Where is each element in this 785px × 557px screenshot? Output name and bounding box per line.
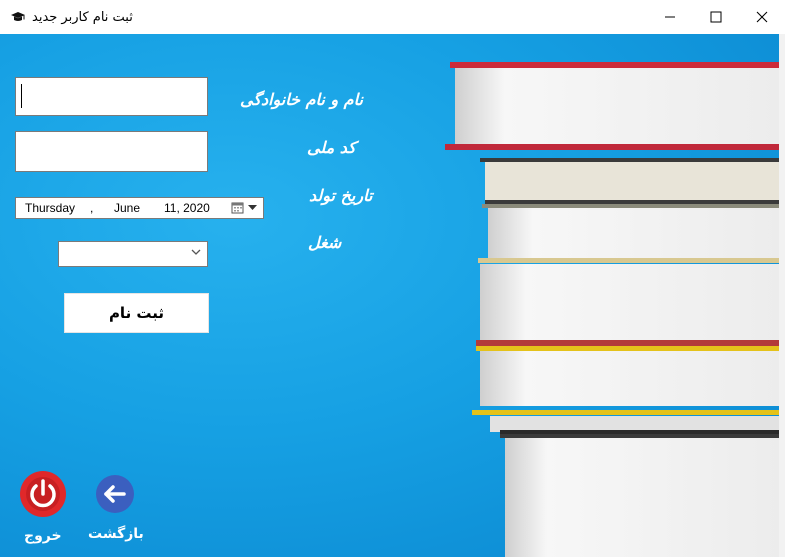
- birthdate-separator: ,: [90, 201, 94, 215]
- maximize-icon: [710, 11, 722, 23]
- back-arrow-icon: [96, 475, 134, 513]
- job-label: شغل: [308, 233, 342, 252]
- app-window: ثبت نام کاربر جدید نام و نام خانوادگی کد…: [0, 0, 785, 557]
- dropdown-arrow-icon[interactable]: [248, 205, 257, 211]
- books-illustration: [445, 62, 779, 557]
- back-label: بازگشت: [88, 526, 144, 542]
- birthdate-day-year: 11, 2020: [164, 201, 210, 215]
- national-code-input[interactable]: [15, 131, 208, 172]
- maximize-button[interactable]: [693, 0, 739, 34]
- calendar-icon[interactable]: [231, 201, 245, 215]
- window-border: [779, 34, 785, 557]
- chevron-down-icon: [191, 249, 201, 255]
- birthdate-label: تاریخ تولد: [309, 186, 373, 205]
- birthdate-picker[interactable]: Thursday , June 11, 2020: [15, 197, 264, 219]
- birthdate-month: June: [114, 201, 141, 215]
- close-button[interactable]: [739, 0, 785, 34]
- exit-button[interactable]: [19, 470, 67, 518]
- national-code-label: کد ملی: [307, 138, 356, 157]
- fullname-input[interactable]: [15, 77, 208, 116]
- form-background: نام و نام خانوادگی کد ملی تاریخ تولد شغل…: [0, 34, 779, 557]
- window-title: ثبت نام کاربر جدید: [32, 9, 133, 25]
- close-icon: [756, 11, 768, 23]
- graduation-cap-icon: [10, 9, 26, 25]
- title-bar: ثبت نام کاربر جدید: [0, 0, 785, 34]
- register-button[interactable]: ثبت نام: [64, 293, 209, 333]
- back-button[interactable]: [95, 474, 135, 514]
- minimize-icon: [665, 16, 675, 18]
- exit-label: خروج: [24, 528, 62, 544]
- minimize-button[interactable]: [647, 0, 693, 34]
- fullname-label: نام و نام خانوادگی: [240, 90, 363, 109]
- text-caret: [21, 84, 22, 108]
- job-select[interactable]: [58, 241, 208, 267]
- birthdate-weekday: Thursday: [25, 201, 76, 215]
- power-icon: [20, 471, 66, 517]
